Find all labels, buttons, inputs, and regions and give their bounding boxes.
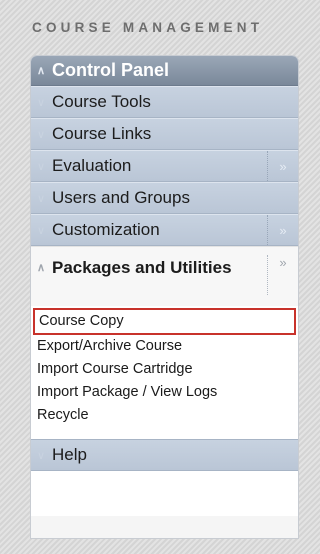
section-label: Packages and Utilities	[52, 258, 232, 277]
submenu-item-import-package-view-logs[interactable]: Import Package / View Logs	[31, 381, 298, 404]
course-management-heading: COURSE MANAGEMENT	[32, 20, 264, 35]
section-label: Users and Groups	[52, 188, 190, 207]
packages-and-utilities-submenu: Course Copy Export/Archive Course Import…	[31, 306, 298, 516]
double-arrow-right-icon[interactable]: »	[267, 255, 298, 295]
section-label: Customization	[52, 220, 160, 239]
course-management-menu: ∧ Control Panel ∨ Course Tools ∨ Course …	[31, 56, 298, 538]
chevron-down-icon: ∨	[37, 449, 46, 462]
section-help[interactable]: ∨ Help	[31, 439, 298, 471]
control-panel-header[interactable]: ∧ Control Panel	[31, 56, 298, 86]
section-label: Course Tools	[52, 92, 151, 111]
submenu-item-course-copy[interactable]: Course Copy	[33, 308, 296, 335]
section-customization[interactable]: ∨ Customization »	[31, 214, 298, 246]
section-label: Evaluation	[52, 156, 132, 175]
chevron-down-icon: ∨	[37, 192, 46, 205]
double-arrow-right-icon[interactable]: »	[267, 215, 298, 245]
section-course-tools[interactable]: ∨ Course Tools	[31, 86, 298, 118]
chevron-down-icon: ∨	[37, 96, 46, 109]
section-users-and-groups[interactable]: ∨ Users and Groups	[31, 182, 298, 214]
section-course-links[interactable]: ∨ Course Links	[31, 118, 298, 150]
double-arrow-right-icon[interactable]: »	[267, 151, 298, 181]
section-label: Course Links	[52, 124, 152, 143]
submenu-item-recycle[interactable]: Recycle	[31, 404, 298, 427]
section-evaluation[interactable]: ∨ Evaluation »	[31, 150, 298, 182]
section-label: Help	[52, 445, 87, 464]
section-packages-and-utilities[interactable]: ∧ Packages and Utilities »	[31, 246, 298, 306]
control-panel-label: Control Panel	[52, 60, 170, 80]
chevron-down-icon: ∨	[37, 128, 46, 141]
submenu-item-import-course-cartridge[interactable]: Import Course Cartridge	[31, 358, 298, 381]
chevron-up-icon: ∧	[37, 262, 46, 274]
chevron-down-icon: ∨	[37, 160, 46, 173]
submenu-item-export-archive-course[interactable]: Export/Archive Course	[31, 335, 298, 358]
chevron-up-icon: ∧	[37, 65, 46, 77]
chevron-down-icon: ∨	[37, 224, 46, 237]
